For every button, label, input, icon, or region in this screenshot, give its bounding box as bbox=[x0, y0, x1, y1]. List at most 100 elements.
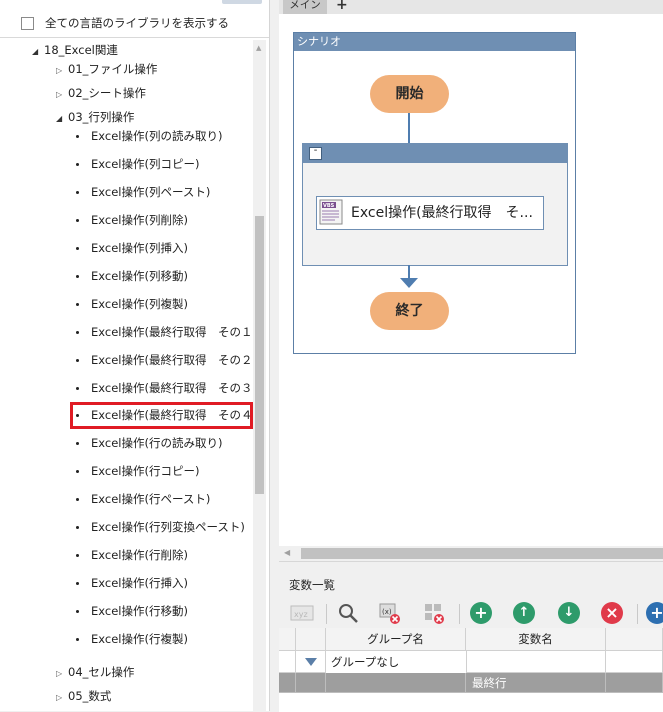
library-item[interactable]: Excel操作(行複製) bbox=[76, 629, 188, 649]
arrow-down-icon bbox=[400, 278, 418, 288]
add-more-icon[interactable]: + bbox=[645, 601, 663, 625]
library-item[interactable]: Excel操作(列ペースト) bbox=[76, 182, 210, 202]
move-up-icon[interactable]: ↑ bbox=[512, 601, 536, 625]
library-item[interactable]: Excel操作(行ペースト) bbox=[76, 489, 210, 509]
variable-type-icon[interactable]: xyz bbox=[290, 601, 314, 625]
highlight-box bbox=[70, 402, 253, 429]
top-strip bbox=[0, 0, 269, 8]
activity-excel-last-row[interactable]: VBS Excel操作(最終行取得 そ... bbox=[316, 196, 544, 230]
library-item[interactable]: Excel操作(列複製) bbox=[76, 294, 188, 314]
bullet-icon bbox=[76, 135, 79, 138]
library-item[interactable]: Excel操作(列挿入) bbox=[76, 238, 188, 258]
canvas-horizontal-scrollbar[interactable]: ◀ bbox=[279, 546, 663, 561]
scroll-thumb[interactable] bbox=[301, 548, 663, 559]
library-item-label: Excel操作(行挿入) bbox=[91, 576, 188, 590]
bullet-icon bbox=[76, 526, 79, 529]
library-item[interactable]: Excel操作(最終行取得 その３ bbox=[76, 378, 252, 398]
toolbar-divider bbox=[637, 604, 638, 624]
move-down-icon[interactable]: ↓ bbox=[557, 601, 581, 625]
library-item[interactable]: Excel操作(行移動) bbox=[76, 601, 188, 621]
variable-name-cell[interactable]: 最終行 bbox=[466, 673, 606, 693]
end-node[interactable]: 終了 bbox=[370, 292, 449, 330]
library-item[interactable]: Excel操作(行削除) bbox=[76, 545, 188, 565]
row-header bbox=[279, 651, 296, 673]
column-header-group-name[interactable]: グループ名 bbox=[326, 628, 466, 651]
svg-text:(x): (x) bbox=[382, 608, 392, 616]
tree-folder-label: 01_ファイル操作 bbox=[68, 62, 158, 76]
tree-folder[interactable]: ▷ 02_シート操作 bbox=[56, 83, 146, 103]
delete-icon[interactable]: × bbox=[600, 601, 624, 625]
scenario-title: シナリオ bbox=[294, 33, 575, 51]
bullet-icon bbox=[76, 582, 79, 585]
library-item[interactable]: Excel操作(最終行取得 その２ bbox=[76, 350, 252, 370]
tab-main[interactable]: メイン bbox=[283, 0, 327, 14]
scenario-frame[interactable]: シナリオ 開始 - VBS Excel操作(最終行取得 そ... 終了 bbox=[293, 32, 576, 354]
connector-line bbox=[408, 113, 410, 143]
bullet-icon bbox=[76, 442, 79, 445]
library-item[interactable]: Excel操作(列移動) bbox=[76, 266, 188, 286]
library-item[interactable]: Excel操作(行の読み取り) bbox=[76, 433, 222, 453]
collapsed-triangle-icon[interactable]: ▷ bbox=[56, 688, 68, 708]
scroll-left-arrow-icon[interactable]: ◀ bbox=[284, 548, 290, 557]
tree-folder-label: 05_数式 bbox=[68, 689, 112, 703]
collapsed-triangle-icon[interactable]: ▷ bbox=[56, 61, 68, 81]
library-tree: ◢ 18_Excel関連 ▷ 01_ファイル操作 ▷ 02_シート操作 ◢ 03_行列操… bbox=[10, 40, 252, 711]
toolbar-divider bbox=[326, 604, 327, 624]
collapsed-triangle-icon[interactable]: ▷ bbox=[56, 85, 68, 105]
triangle-down-icon[interactable] bbox=[304, 657, 318, 667]
library-scrollbar[interactable]: ▲ bbox=[253, 40, 266, 711]
expanded-triangle-icon[interactable]: ◢ bbox=[56, 109, 68, 129]
panel-button-fragment[interactable] bbox=[222, 0, 262, 4]
collapsed-triangle-icon[interactable]: ▷ bbox=[56, 664, 68, 684]
library-item[interactable]: Excel操作(行コピー) bbox=[76, 461, 199, 481]
scroll-thumb[interactable] bbox=[255, 216, 264, 494]
variables-toolbar: xyz (x) + ↑ ↓ × + bbox=[279, 598, 663, 628]
tree-folder-label: 03_行列操作 bbox=[68, 110, 135, 124]
column-header-empty bbox=[606, 628, 663, 651]
bullet-icon bbox=[76, 219, 79, 222]
library-item[interactable]: Excel操作(列コピー) bbox=[76, 154, 199, 174]
bullet-icon bbox=[76, 303, 79, 306]
bullet-icon bbox=[76, 191, 79, 194]
tree-folder[interactable]: ▷ 01_ファイル操作 bbox=[56, 59, 157, 79]
tree-folder-open[interactable]: ◢ 03_行列操作 bbox=[56, 107, 134, 127]
variable-row-selected[interactable]: 最終行 bbox=[279, 673, 663, 693]
library-item[interactable]: Excel操作(列の読み取り) bbox=[76, 126, 222, 146]
clear-variable-icon[interactable]: (x) bbox=[377, 601, 401, 625]
workflow-canvas[interactable]: シナリオ 開始 - VBS Excel操作(最終行取得 そ... 終了 bbox=[279, 14, 663, 546]
expanded-triangle-icon[interactable]: ◢ bbox=[32, 42, 44, 62]
row-header-corner bbox=[279, 628, 296, 651]
library-item-label: Excel操作(列複製) bbox=[91, 297, 188, 311]
library-item[interactable]: Excel操作(最終行取得 その１ bbox=[76, 322, 252, 342]
divider bbox=[0, 37, 269, 38]
library-item-label: Excel操作(行の読み取り) bbox=[91, 436, 223, 450]
start-node[interactable]: 開始 bbox=[370, 75, 449, 113]
toolbar-divider bbox=[459, 604, 460, 624]
show-all-languages-row[interactable]: 全ての言語のライブラリを表示する bbox=[0, 10, 269, 36]
tree-folder[interactable]: ▷ 05_数式 bbox=[56, 686, 111, 706]
delete-grid-icon[interactable] bbox=[422, 601, 446, 625]
add-icon[interactable]: + bbox=[469, 601, 493, 625]
scroll-up-arrow-icon[interactable]: ▲ bbox=[256, 44, 261, 52]
cell bbox=[326, 673, 466, 693]
library-item[interactable]: Excel操作(行列変換ペースト) bbox=[76, 517, 245, 537]
library-item[interactable]: Excel操作(行挿入) bbox=[76, 573, 188, 593]
show-all-languages-checkbox[interactable] bbox=[21, 16, 34, 30]
tree-folder[interactable]: ▷ 04_セル操作 bbox=[56, 662, 134, 682]
group-row[interactable]: グループなし bbox=[279, 651, 663, 673]
search-icon[interactable] bbox=[336, 601, 360, 625]
bullet-icon bbox=[76, 470, 79, 473]
collapse-button[interactable]: - bbox=[309, 146, 322, 160]
bullet-icon bbox=[76, 387, 79, 390]
bullet-icon bbox=[76, 638, 79, 641]
library-item[interactable]: Excel操作(列削除) bbox=[76, 210, 188, 230]
library-item-label: Excel操作(列の読み取り) bbox=[91, 129, 223, 143]
cell bbox=[606, 673, 663, 693]
sequence-group[interactable]: - VBS Excel操作(最終行取得 そ... bbox=[302, 143, 568, 266]
tree-folder-root[interactable]: ◢ 18_Excel関連 bbox=[32, 40, 118, 60]
plus-icon[interactable]: + bbox=[336, 0, 348, 13]
svg-text:VBS: VBS bbox=[323, 203, 335, 209]
column-header-variable-name[interactable]: 変数名 bbox=[466, 628, 606, 651]
expand-cell[interactable] bbox=[296, 651, 326, 673]
bullet-icon bbox=[76, 610, 79, 613]
